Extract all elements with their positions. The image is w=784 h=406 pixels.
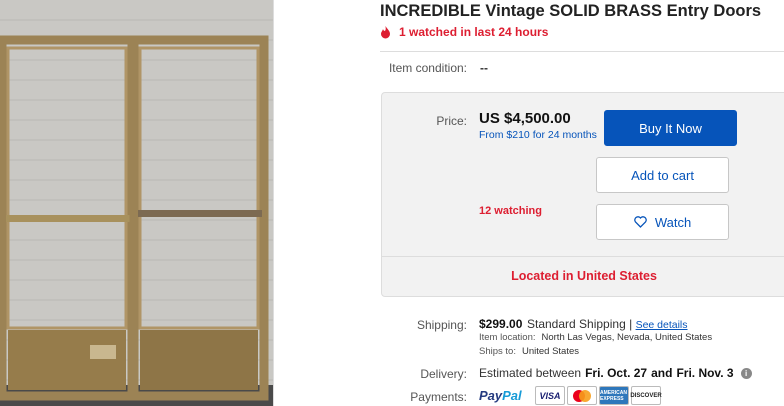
discover-logo: DISCOVER — [630, 386, 662, 405]
brass-doors-image — [0, 0, 273, 406]
paypal-logo-pay: Pay — [479, 388, 503, 403]
financing-link[interactable]: From $210 for 24 months — [479, 129, 597, 141]
paypal-logo: PayPal — [479, 388, 522, 403]
watch-button[interactable]: Watch — [596, 204, 729, 240]
divider — [380, 51, 784, 52]
heart-icon — [634, 216, 647, 228]
separator: | — [629, 317, 633, 331]
condition-label: Item condition: — [388, 61, 467, 75]
buy-it-now-label: Buy It Now — [639, 120, 702, 136]
condition-value: -- — [480, 61, 488, 75]
shipping-method-text: Standard Shipping — [527, 317, 626, 331]
watch-alert: 1 watched in last 24 hours — [380, 25, 548, 39]
ships-to-value: United States — [521, 346, 580, 357]
image-gutter — [274, 0, 358, 406]
item-title: INCREDIBLE Vintage SOLID BRASS Entry Doo… — [380, 2, 762, 20]
item-location: Item location: North Las Vegas, Nevada, U… — [479, 332, 712, 343]
shipping-price: $299.00 — [479, 317, 523, 331]
product-photo[interactable] — [0, 0, 274, 406]
add-to-cart-button[interactable]: Add to cart — [596, 157, 729, 193]
visa-logo: VISA — [535, 386, 565, 405]
ships-to-label: Ships to: — [479, 346, 516, 357]
item-location-value: North Las Vegas, Nevada, United States — [541, 332, 713, 343]
add-to-cart-label: Add to cart — [631, 167, 694, 183]
price-value: US $4,500.00 — [479, 110, 571, 127]
shipping-method: Standard Shipping | See details — [527, 317, 688, 331]
buy-it-now-button[interactable]: Buy It Now — [604, 110, 737, 146]
delivery-and: and — [651, 366, 673, 380]
info-icon[interactable]: i — [740, 367, 752, 379]
price-label: Price: — [436, 114, 467, 128]
watch-alert-text: 1 watched in last 24 hours — [399, 25, 549, 39]
location-notice: Located in United States — [511, 269, 657, 283]
amex-logo: AMERICAN EXPRESS — [599, 386, 629, 405]
delivery-date-start: Fri. Oct. 27 — [585, 366, 648, 380]
watching-count: 12 watching — [479, 205, 542, 217]
paypal-logo-pal: Pal — [502, 388, 522, 403]
watch-label: Watch — [654, 214, 692, 230]
payment-cards: VISA AMERICAN EXPRESS DISCOVER — [535, 386, 662, 405]
payments-label: Payments: — [410, 390, 467, 404]
delivery-date-end: Fri. Nov. 3 — [676, 366, 734, 380]
shipping-label: Shipping: — [416, 318, 467, 332]
divider — [382, 256, 784, 257]
see-details-link[interactable]: See details — [636, 319, 688, 331]
ships-to: Ships to: United States — [479, 346, 579, 357]
delivery-label: Delivery: — [420, 367, 467, 381]
flame-icon — [381, 25, 390, 38]
item-location-label: Item location: — [479, 332, 536, 343]
mastercard-icon — [567, 386, 597, 405]
delivery-estimate: Estimated between Fri. Oct. 27 and Fri. … — [479, 366, 752, 380]
delivery-prefix: Estimated between — [479, 366, 582, 380]
